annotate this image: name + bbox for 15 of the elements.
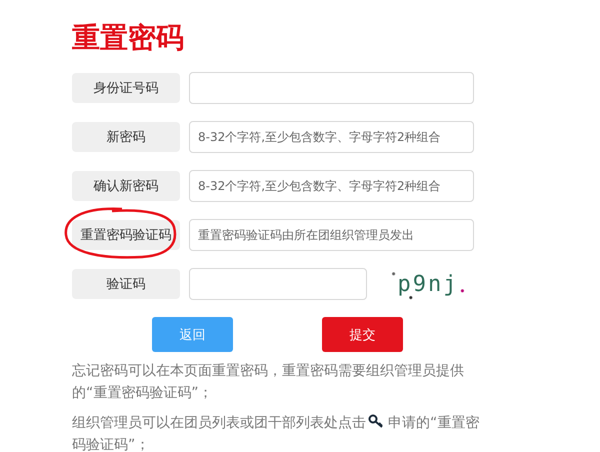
input-field[interactable] bbox=[189, 72, 474, 104]
field-label: 身份证号码 bbox=[72, 73, 180, 103]
page-title: 重置密码 bbox=[72, 20, 185, 56]
field-label: 新密码 bbox=[72, 122, 180, 152]
input-field[interactable]: 8-32个字符,至少包含数字、字母字符2种组合 bbox=[189, 170, 474, 202]
field-label: 确认新密码 bbox=[72, 171, 180, 201]
input-field[interactable]: 重置密码验证码由所在团组织管理员发出 bbox=[189, 219, 474, 251]
back-button[interactable]: 返回 bbox=[152, 317, 233, 352]
field-label: 验证码 bbox=[72, 269, 180, 299]
note-text: 忘记密码可以在本页面重置密码，重置密码需要组织管理员提供的“重置密码验证码”； bbox=[72, 362, 465, 403]
input-field[interactable]: 8-32个字符,至少包含数字、字母字符2种组合 bbox=[189, 121, 474, 153]
field-label: 重置密码验证码 bbox=[72, 220, 180, 250]
note-text: 组织管理员可以在团员列表或团干部列表处点击 申请的“重置密码验证码”； bbox=[72, 413, 480, 452]
submit-button[interactable]: 提交 bbox=[322, 317, 403, 352]
captcha-input[interactable] bbox=[189, 268, 367, 300]
